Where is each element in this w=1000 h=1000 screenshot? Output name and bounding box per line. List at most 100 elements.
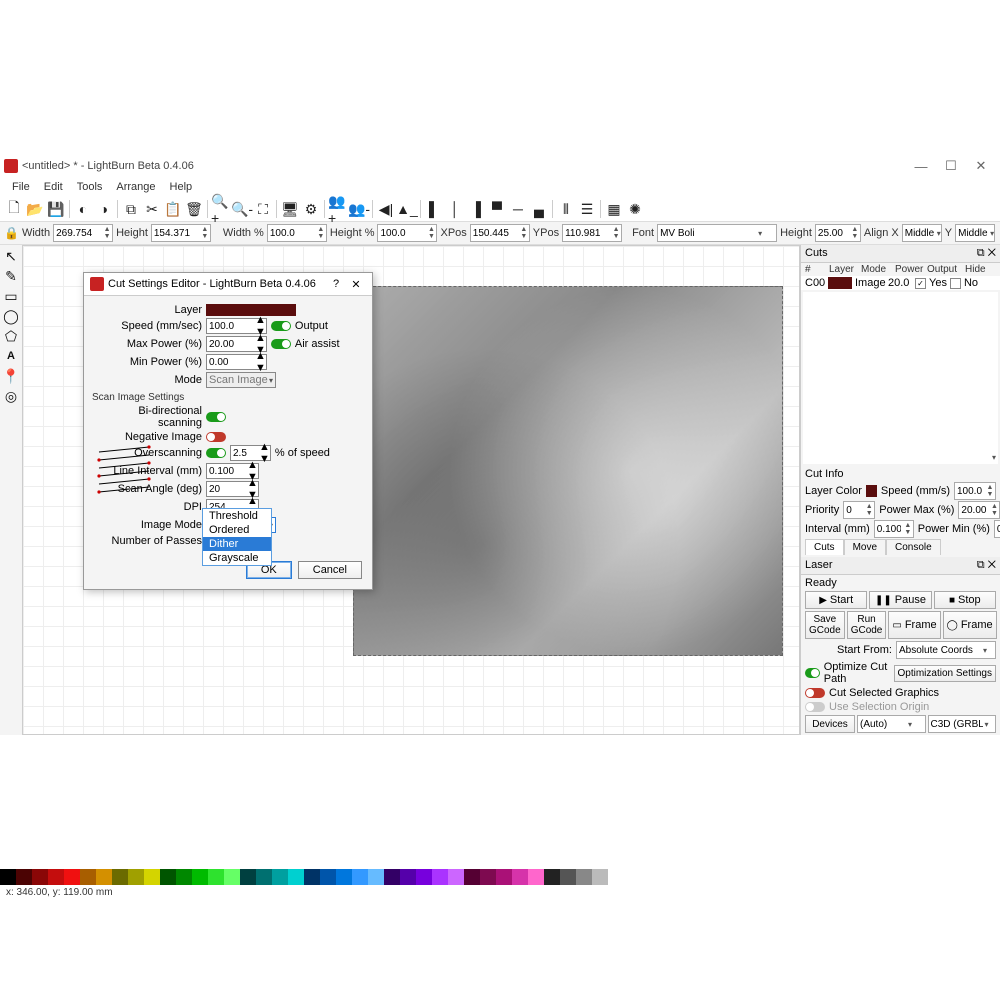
menu-help[interactable]: Help: [164, 179, 199, 195]
flipv-icon[interactable]: ▲_: [397, 199, 417, 219]
palette-swatch[interactable]: [112, 869, 128, 885]
circleo-tool-icon[interactable]: ◎: [2, 387, 20, 405]
menu-file[interactable]: File: [6, 179, 36, 195]
palette-swatch[interactable]: [560, 869, 576, 885]
gear-icon[interactable]: ✺: [625, 199, 645, 219]
device-conn-select[interactable]: ▾: [928, 715, 997, 733]
palette-swatch[interactable]: [320, 869, 336, 885]
width-input[interactable]: ▲▼: [53, 224, 113, 242]
maximize-button[interactable]: ☐: [936, 158, 966, 174]
cutinfo-speed-input[interactable]: ▲▼: [954, 482, 996, 500]
dialog-close-button[interactable]: ✕: [346, 278, 366, 291]
palette-swatch[interactable]: [144, 869, 160, 885]
preview-icon[interactable]: 🖥: [280, 199, 300, 219]
overscan-toggle[interactable]: [206, 448, 226, 458]
palette-swatch[interactable]: [240, 869, 256, 885]
cut-icon[interactable]: ✂: [142, 199, 162, 219]
fliph-icon[interactable]: ◀|: [376, 199, 396, 219]
rect-tool-icon[interactable]: ▭: [2, 287, 20, 305]
undo-icon[interactable]: ◐: [73, 199, 93, 219]
alignt-icon[interactable]: ▀: [487, 199, 507, 219]
palette-swatch[interactable]: [480, 869, 496, 885]
aligny-select[interactable]: ▾: [955, 224, 995, 242]
neg-toggle[interactable]: [206, 432, 226, 442]
frame-circle-button[interactable]: ◯ Frame: [943, 611, 997, 639]
settings-icon[interactable]: ⚙: [301, 199, 321, 219]
widthp-input[interactable]: ▲▼: [267, 224, 327, 242]
palette-swatch[interactable]: [96, 869, 112, 885]
height-input[interactable]: ▲▼: [151, 224, 211, 242]
ellipse-tool-icon[interactable]: ◯: [2, 307, 20, 325]
dlg-mode-select[interactable]: Scan Image▾: [206, 372, 276, 388]
palette-swatch[interactable]: [32, 869, 48, 885]
font-select[interactable]: ▾: [657, 224, 777, 242]
palette-swatch[interactable]: [448, 869, 464, 885]
palette-swatch[interactable]: [0, 869, 16, 885]
palette-swatch[interactable]: [208, 869, 224, 885]
text-tool-icon[interactable]: A: [2, 347, 20, 365]
palette-swatch[interactable]: [512, 869, 528, 885]
zoomout-icon[interactable]: 🔍-: [232, 199, 252, 219]
palette-swatch[interactable]: [400, 869, 416, 885]
save-icon[interactable]: 💾: [46, 199, 66, 219]
palette-swatch[interactable]: [176, 869, 192, 885]
palette-swatch[interactable]: [544, 869, 560, 885]
polygon-tool-icon[interactable]: ⬠: [2, 327, 20, 345]
palette-swatch[interactable]: [368, 869, 384, 885]
select-tool-icon[interactable]: ↖: [2, 247, 20, 265]
palette-swatch[interactable]: [256, 869, 272, 885]
menu-arrange[interactable]: Arrange: [110, 179, 161, 195]
tab-console[interactable]: Console: [886, 539, 941, 555]
dialog-help-button[interactable]: ?: [326, 278, 346, 290]
panel-undock-icon[interactable]: ⧉ ✕: [977, 247, 996, 260]
dialog-cancel-button[interactable]: Cancel: [298, 561, 362, 579]
palette-swatch[interactable]: [16, 869, 32, 885]
palette-swatch[interactable]: [160, 869, 176, 885]
ungroup-icon[interactable]: 👥-: [349, 199, 369, 219]
cutinfo-interval-input[interactable]: ▲▼: [874, 520, 914, 538]
fheight-input[interactable]: ▲▼: [815, 224, 861, 242]
start-button[interactable]: ▶ Start: [805, 591, 867, 609]
minimize-button[interactable]: —: [906, 159, 936, 174]
cutinfo-priority-input[interactable]: ▲▼: [843, 501, 875, 519]
imgmode-option-dither[interactable]: Dither: [203, 537, 271, 551]
alignb-icon[interactable]: ▄: [529, 199, 549, 219]
imgmode-option-threshold[interactable]: Threshold: [203, 509, 271, 523]
palette-swatch[interactable]: [464, 869, 480, 885]
devices-button[interactable]: Devices: [805, 715, 855, 733]
air-toggle[interactable]: [271, 339, 291, 349]
palette-swatch[interactable]: [336, 869, 352, 885]
optimize-toggle[interactable]: [805, 668, 820, 678]
tab-cuts[interactable]: Cuts: [805, 539, 844, 555]
zoomfit-icon[interactable]: ⛶: [253, 199, 273, 219]
optset-button[interactable]: Optimization Settings: [894, 665, 997, 682]
palette-swatch[interactable]: [432, 869, 448, 885]
imgmode-dropdown[interactable]: Threshold Ordered Dither Grayscale: [202, 508, 272, 566]
canvas-image[interactable]: [353, 286, 783, 656]
distrib2-icon[interactable]: ☰: [577, 199, 597, 219]
menu-edit[interactable]: Edit: [38, 179, 69, 195]
palette-swatch[interactable]: [48, 869, 64, 885]
bidi-toggle[interactable]: [206, 412, 226, 422]
imgmode-option-ordered[interactable]: Ordered: [203, 523, 271, 537]
cuts-row[interactable]: C00 Image 20.0 ✓Yes No: [801, 276, 1000, 290]
palette-swatch[interactable]: [64, 869, 80, 885]
alignx-select[interactable]: ▾: [902, 224, 942, 242]
distrib1-icon[interactable]: ⦀: [556, 199, 576, 219]
pen-tool-icon[interactable]: ✎: [2, 267, 20, 285]
palette-swatch[interactable]: [384, 869, 400, 885]
save-gcode-button[interactable]: Save GCode: [805, 611, 845, 639]
copy-icon[interactable]: ⧉: [121, 199, 141, 219]
palette-swatch[interactable]: [416, 869, 432, 885]
alignr-icon[interactable]: ▐: [466, 199, 486, 219]
paste-icon[interactable]: 📋: [163, 199, 183, 219]
group-icon[interactable]: 👥+: [328, 199, 348, 219]
device-auto-select[interactable]: ▾: [857, 715, 926, 733]
close-button[interactable]: ✕: [966, 158, 996, 174]
palette-swatch[interactable]: [528, 869, 544, 885]
dlg-minp-input[interactable]: ▲▼: [206, 354, 267, 370]
frame-rect-button[interactable]: ▭ Frame: [888, 611, 940, 639]
output-toggle[interactable]: [271, 321, 291, 331]
delete-icon[interactable]: 🗑: [184, 199, 204, 219]
zoomin-icon[interactable]: 🔍+: [211, 199, 231, 219]
